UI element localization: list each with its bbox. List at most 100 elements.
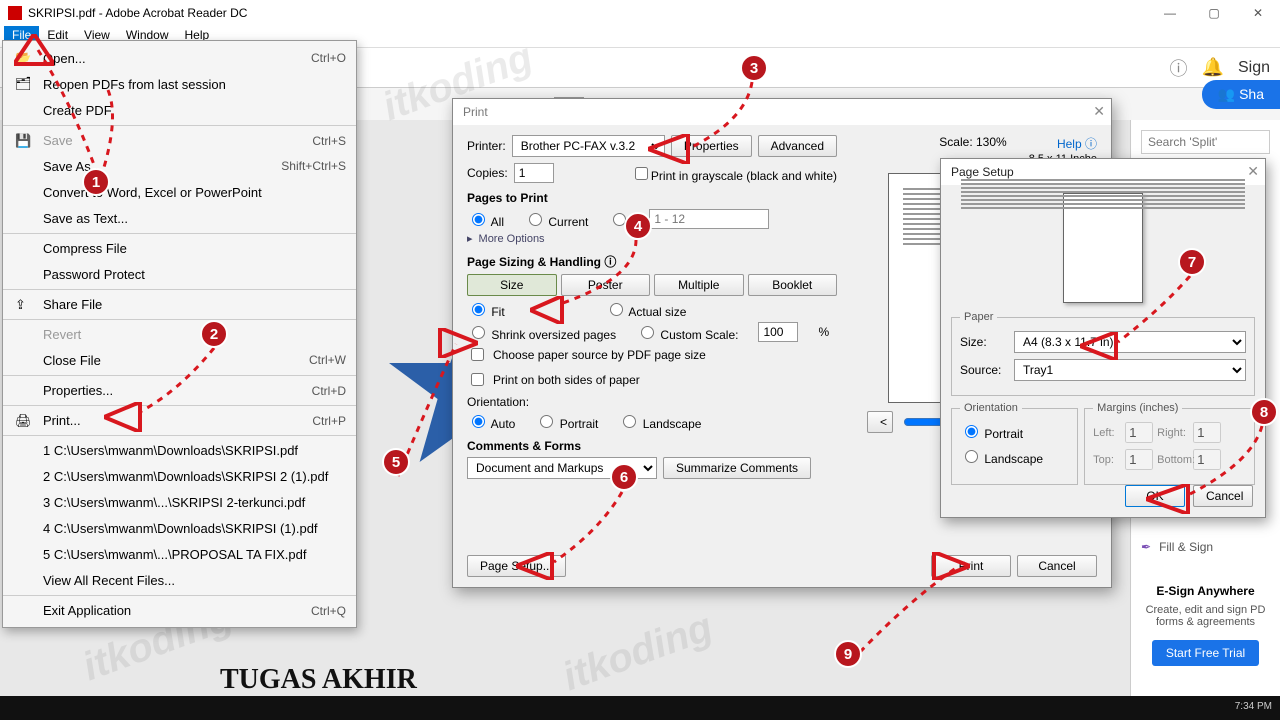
annotation-arrow [1080, 332, 1120, 360]
copies-label: Copies: [467, 166, 508, 180]
annotation-arrow [104, 402, 144, 432]
search-input[interactable] [1141, 130, 1270, 154]
file-menu-dropdown: 📂Open...Ctrl+O 🗂Reopen PDFs from last se… [2, 40, 357, 628]
menu-compress[interactable]: Compress File [3, 233, 356, 261]
bell-icon[interactable]: 🔔 [1202, 57, 1224, 78]
menu-save-text[interactable]: Save as Text... [3, 205, 356, 231]
radio-fit[interactable]: Fit [467, 300, 505, 319]
annotation-arrow [516, 552, 556, 580]
cancel-button[interactable]: Cancel [1017, 555, 1097, 577]
grayscale-checkbox[interactable] [635, 167, 648, 180]
pen-icon: ✒ [1141, 540, 1151, 554]
menu-exit[interactable]: Exit ApplicationCtrl+Q [3, 595, 356, 623]
radio-landscape[interactable]: Landscape [618, 412, 701, 431]
fill-sign-label: Fill & Sign [1159, 540, 1213, 554]
menu-recent-1[interactable]: 1 C:\Users\mwanm\Downloads\SKRIPSI.pdf [3, 435, 356, 463]
printer-select[interactable]: Brother PC-FAX v.3.2 [512, 135, 665, 157]
radio-shrink[interactable]: Shrink oversized pages [467, 323, 616, 342]
advanced-button[interactable]: Advanced [758, 135, 837, 157]
page-setup-preview [1063, 193, 1143, 303]
grayscale-label: Print in grayscale (black and white) [651, 169, 837, 183]
annotation-arrow [14, 34, 54, 70]
choose-source-label: Choose paper source by PDF page size [493, 348, 706, 362]
menu-open[interactable]: 📂Open...Ctrl+O [3, 45, 356, 71]
menu-revert: Revert [3, 319, 356, 347]
menu-close-file[interactable]: Close FileCtrl+W [3, 347, 356, 373]
menu-create-pdf[interactable]: Create PDF [3, 97, 356, 123]
esign-heading: E-Sign Anywhere [1141, 584, 1270, 598]
both-sides-checkbox[interactable] [471, 373, 484, 386]
annotation-arrow [434, 328, 478, 358]
app-icon [8, 6, 22, 20]
annotation-badge-9: 9 [834, 640, 862, 668]
seg-booklet[interactable]: Booklet [748, 274, 838, 296]
radio-portrait[interactable]: Portrait [535, 412, 598, 431]
radio-custom-scale[interactable]: Custom Scale: [636, 323, 738, 342]
pages-range-input[interactable] [649, 209, 769, 229]
menu-reopen[interactable]: 🗂Reopen PDFs from last session [3, 71, 356, 97]
share-label: Sha [1239, 86, 1264, 102]
close-button[interactable]: ✕ [1236, 0, 1280, 26]
save-icon: 💾 [15, 133, 31, 149]
menu-save-as[interactable]: Save As...Shift+Ctrl+S [3, 153, 356, 179]
menu-recent-5[interactable]: 5 C:\Users\mwanm\...\PROPOSAL TA FIX.pdf [3, 541, 356, 567]
help-link[interactable]: Help ⓘ [1057, 135, 1097, 152]
menu-recent-2[interactable]: 2 C:\Users\mwanm\Downloads\SKRIPSI 2 (1)… [3, 463, 356, 489]
annotation-badge-8: 8 [1250, 398, 1278, 426]
print-icon: 🖨 [15, 413, 31, 429]
help-icon[interactable]: ⓘ [1170, 55, 1188, 81]
radio-actual[interactable]: Actual size [605, 300, 687, 319]
signin-link[interactable]: Sign [1238, 59, 1270, 77]
seg-multiple[interactable]: Multiple [654, 274, 744, 296]
annotation-badge-2: 2 [200, 320, 228, 348]
share-button[interactable]: 👥 Sha [1202, 80, 1280, 109]
menu-share[interactable]: ⇪Share File [3, 289, 356, 317]
ps-cancel-button[interactable]: Cancel [1193, 485, 1253, 507]
custom-scale-input[interactable] [758, 322, 798, 342]
menu-recent-3[interactable]: 3 C:\Users\mwanm\...\SKRIPSI 2-terkunci.… [3, 489, 356, 515]
annotation-arrow [930, 552, 970, 580]
copies-input[interactable] [514, 163, 554, 183]
preview-prev-button[interactable]: < [867, 411, 893, 433]
annotation-arrow [648, 134, 692, 164]
menu-save: 💾SaveCtrl+S [3, 125, 356, 153]
minimize-button[interactable]: — [1148, 0, 1192, 26]
taskbar[interactable]: 7:34 PM [0, 696, 1280, 720]
printer-label: Printer: [467, 139, 506, 153]
annotation-badge-7: 7 [1178, 248, 1206, 276]
menu-print[interactable]: 🖨Print...Ctrl+P [3, 405, 356, 433]
sizing-heading: Page Sizing & Handling ⓘ [467, 253, 837, 270]
pct-label: % [818, 325, 829, 339]
maximize-button[interactable]: ▢ [1192, 0, 1236, 26]
radio-all[interactable]: All [467, 210, 504, 229]
orientation-label: Orientation: [467, 395, 837, 409]
menu-recent-4[interactable]: 4 C:\Users\mwanm\Downloads\SKRIPSI (1).p… [3, 515, 356, 541]
radio-current[interactable]: Current [524, 210, 588, 229]
annotation-badge-5: 5 [382, 448, 410, 476]
esign-sub: Create, edit and sign PD forms & agreeme… [1141, 604, 1270, 628]
annotation-badge-1: 1 [82, 168, 110, 196]
seg-poster[interactable]: Poster [561, 274, 651, 296]
share-icon: 👥 [1218, 86, 1235, 102]
comments-heading: Comments & Forms [467, 439, 837, 453]
radio-auto[interactable]: Auto [467, 412, 515, 431]
menu-properties[interactable]: Properties...Ctrl+D [3, 375, 356, 403]
start-trial-button[interactable]: Start Free Trial [1152, 640, 1259, 666]
annotation-arrow [1146, 484, 1192, 514]
close-icon[interactable]: ✕ [1093, 103, 1105, 120]
taskbar-clock: 7:34 PM [1235, 701, 1272, 712]
annotation-arrow [530, 296, 566, 324]
seg-size[interactable]: Size [467, 274, 557, 296]
share-icon: ⇪ [15, 297, 31, 313]
pages-to-print-heading: Pages to Print [467, 191, 837, 205]
reopen-icon: 🗂 [15, 76, 31, 92]
menu-convert[interactable]: Convert to Word, Excel or PowerPoint [3, 179, 356, 205]
menu-password[interactable]: Password Protect [3, 261, 356, 287]
annotation-badge-4: 4 [624, 212, 652, 240]
annotation-badge-6: 6 [610, 463, 638, 491]
more-options-link[interactable]: More Options [479, 233, 545, 245]
fill-sign-link[interactable]: ✒ Fill & Sign [1141, 540, 1270, 554]
summarize-button[interactable]: Summarize Comments [663, 457, 811, 479]
menu-view-recent[interactable]: View All Recent Files... [3, 567, 356, 593]
both-sides-label: Print on both sides of paper [493, 373, 640, 387]
